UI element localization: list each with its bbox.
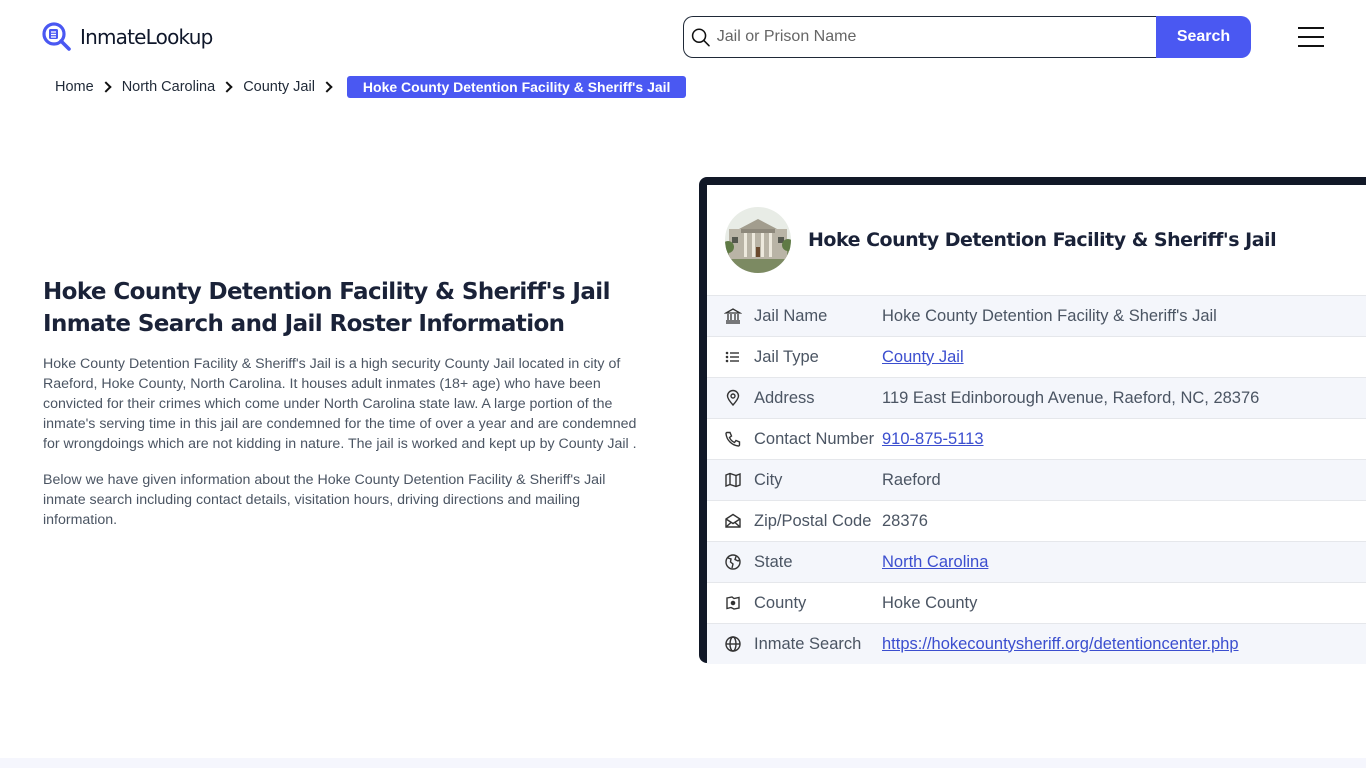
card-header: Hoke County Detention Facility & Sheriff… [707, 185, 1366, 295]
row-value: 28376 [882, 511, 928, 530]
search-button[interactable]: Search [1156, 16, 1251, 58]
list-icon [725, 351, 739, 363]
map-icon [725, 472, 741, 488]
info-row-jail-name: Jail Name Hoke County Detention Facility… [707, 295, 1366, 336]
info-row-county: County Hoke County [707, 582, 1366, 623]
breadcrumb-jail-type[interactable]: County Jail [243, 79, 315, 95]
jail-type-link[interactable]: County Jail [882, 348, 1366, 367]
bank-building-icon [724, 308, 742, 324]
row-value: Hoke County [882, 593, 978, 612]
row-label: County [754, 593, 807, 612]
info-row-contact-number: Contact Number 910-875-5113 [707, 418, 1366, 459]
search-icon [691, 28, 710, 47]
breadcrumb-home[interactable]: Home [55, 79, 94, 95]
county-map-icon [726, 596, 740, 610]
row-label: Address [754, 388, 815, 407]
row-value: 119 East Edinborough Avenue, Raeford, NC… [882, 388, 1260, 407]
inmate-search-link[interactable]: https://hokecountysheriff.org/detentionc… [882, 635, 1366, 654]
row-label: Jail Type [754, 347, 819, 366]
search-input[interactable] [716, 28, 1156, 46]
logo-link[interactable]: InmateLookup [42, 22, 213, 52]
search-box [683, 16, 1156, 58]
menu-bar [1298, 27, 1324, 29]
footer-band [0, 758, 1366, 768]
row-value: Hoke County Detention Facility & Sheriff… [882, 306, 1217, 325]
search-form: Search [683, 16, 1251, 58]
breadcrumb: Home North Carolina County Jail Hoke Cou… [55, 76, 687, 98]
info-row-inmate-search: Inmate Search https://hokecountysheriff.… [707, 623, 1366, 664]
row-label: Jail Name [754, 306, 828, 325]
breadcrumb-state[interactable]: North Carolina [122, 79, 216, 95]
menu-bar [1298, 45, 1324, 47]
facility-info-card: Hoke County Detention Facility & Sheriff… [699, 177, 1366, 664]
row-label: Zip/Postal Code [754, 511, 872, 530]
info-row-city: City Raeford [707, 459, 1366, 500]
page-title: Hoke County Detention Facility & Sheriff… [43, 279, 610, 337]
row-label: City [754, 470, 783, 489]
card-title: Hoke County Detention Facility & Sheriff… [808, 229, 1277, 251]
row-value: Raeford [882, 470, 941, 489]
phone-link[interactable]: 910-875-5113 [882, 430, 1366, 449]
logo-text: InmateLookup [80, 25, 213, 49]
intro-paragraph: Below we have given information about th… [43, 472, 606, 528]
globe-region-icon [725, 554, 741, 570]
info-row-state: State North Carolina [707, 541, 1366, 582]
globe-icon [725, 636, 741, 652]
row-label: State [754, 552, 793, 571]
facility-photo [725, 207, 791, 273]
chevron-right-icon [321, 81, 333, 93]
chevron-right-icon [100, 81, 112, 93]
info-row-zip-code: Zip/Postal Code 28376 [707, 500, 1366, 541]
state-link[interactable]: North Carolina [882, 553, 1366, 572]
breadcrumb-current: Hoke County Detention Facility & Sheriff… [346, 76, 687, 98]
hamburger-menu-icon[interactable] [1298, 27, 1324, 47]
map-pin-icon [726, 389, 740, 407]
intro-paragraph: Hoke County Detention Facility & Sheriff… [43, 356, 637, 452]
info-row-jail-type: Jail Type County Jail [707, 336, 1366, 377]
phone-icon [725, 431, 741, 447]
magnifier-document-icon [42, 22, 71, 51]
menu-bar [1298, 36, 1324, 38]
card-body: Hoke County Detention Facility & Sheriff… [707, 185, 1366, 664]
row-label: Inmate Search [754, 634, 862, 653]
mail-envelope-icon [725, 513, 741, 528]
row-label: Contact Number [754, 429, 875, 448]
intro-text: Hoke County Detention Facility & Sheriff… [43, 354, 643, 546]
info-row-address: Address 119 East Edinborough Avenue, Rae… [707, 377, 1366, 418]
chevron-right-icon [221, 81, 233, 93]
